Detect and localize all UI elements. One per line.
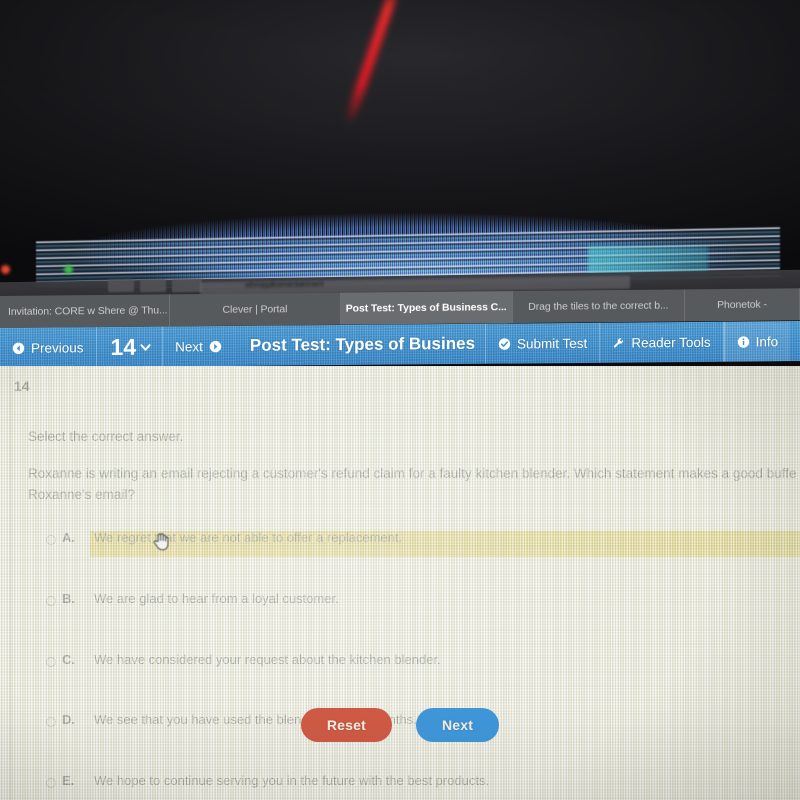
screenshot-photo-of-monitor: ethnopplicementainment Invitation: CORE … [0, 0, 800, 800]
wrench-icon [612, 336, 625, 349]
next-button[interactable]: Next [415, 708, 500, 742]
answer-letter-a: A. [62, 530, 75, 545]
monitor-dark-area: ethnopplicementainment [0, 0, 800, 300]
answer-text-a: We regret that we are not able to offer … [94, 530, 403, 545]
radio-button-a[interactable] [46, 535, 56, 545]
answer-text-e: We hope to continue serving you in the f… [94, 773, 490, 788]
answer-text-b: We are glad to hear from a loyal custome… [94, 591, 339, 606]
chevron-down-icon [139, 340, 152, 353]
pointing-hand-cursor-icon [153, 532, 169, 551]
test-toolbar: Previous 14 Next Post Test: Types of Bus… [0, 321, 800, 368]
browser-tab-drag-tiles[interactable]: Drag the tiles to the correct b... [512, 289, 685, 324]
answer-option-b[interactable]: B. We are glad to hear from a loyal cust… [0, 589, 800, 619]
browser-tab-post-test[interactable]: Post Test: Types of Business C... [340, 291, 513, 325]
next-label-toolbar: Next [175, 338, 203, 354]
address-bar-text: ethnopplicementainment [245, 279, 324, 290]
previous-button[interactable]: Previous [0, 327, 96, 368]
browser-back-button[interactable] [108, 278, 134, 293]
answer-text-c: We have considered your request about th… [94, 652, 441, 667]
reader-tools-button[interactable]: Reader Tools [600, 322, 722, 363]
browser-forward-button[interactable] [140, 278, 166, 293]
answer-letter-c: C. [62, 652, 75, 667]
check-circle-icon [498, 337, 511, 350]
radio-button-b[interactable] [46, 596, 56, 606]
next-button-toolbar[interactable]: Next [163, 326, 234, 367]
previous-label: Previous [31, 339, 84, 356]
browser-tab-clever-portal[interactable]: Clever | Portal [170, 292, 341, 327]
question-number-value: 14 [110, 333, 137, 360]
question-header-divider [12, 414, 800, 415]
reader-tools-label: Reader Tools [631, 334, 711, 350]
answer-option-e[interactable]: E. We hope to continue serving you in th… [0, 771, 800, 800]
question-number-selector[interactable]: 14 [97, 333, 163, 360]
info-circle-icon [737, 335, 750, 348]
red-light-streak [343, 0, 402, 126]
action-buttons: Reset Next [0, 708, 800, 742]
question-stem: Roxanne is writing an email rejecting a … [28, 466, 797, 502]
reset-button[interactable]: Reset [300, 708, 392, 742]
browser-reload-button[interactable] [172, 278, 202, 293]
browser-tab-invitation[interactable]: Invitation: CORE w Shere @ Thu... [0, 294, 171, 328]
arrow-left-circle-icon [12, 341, 25, 354]
submit-test-label: Submit Test [517, 335, 588, 351]
answer-options-list: A. We regret that we are not able to off… [0, 528, 800, 788]
info-button[interactable]: Info [723, 321, 791, 362]
answer-letter-e: E. [62, 773, 75, 788]
instruction-text: Select the correct answer. [28, 429, 184, 444]
arrow-right-circle-icon [209, 340, 222, 353]
radio-button-c[interactable] [46, 657, 56, 667]
answer-option-a[interactable]: A. We regret that we are not able to off… [0, 528, 800, 558]
submit-test-button[interactable]: Submit Test [486, 323, 599, 364]
browser-tab-phonetok[interactable]: Phonetok - [684, 288, 800, 322]
radio-button-e[interactable] [46, 778, 56, 788]
window-maximize-dot[interactable] [64, 265, 73, 274]
page-title: Post Test: Types of Busines [249, 333, 476, 355]
question-page: 14 Select the correct answer. Roxanne is… [0, 366, 800, 800]
answer-option-c[interactable]: C. We have considered your request about… [0, 650, 800, 680]
answer-letter-b: B. [62, 591, 75, 606]
info-label: Info [755, 333, 779, 349]
window-close-dot[interactable] [1, 265, 10, 274]
question-number-heading: 14 [14, 378, 30, 394]
